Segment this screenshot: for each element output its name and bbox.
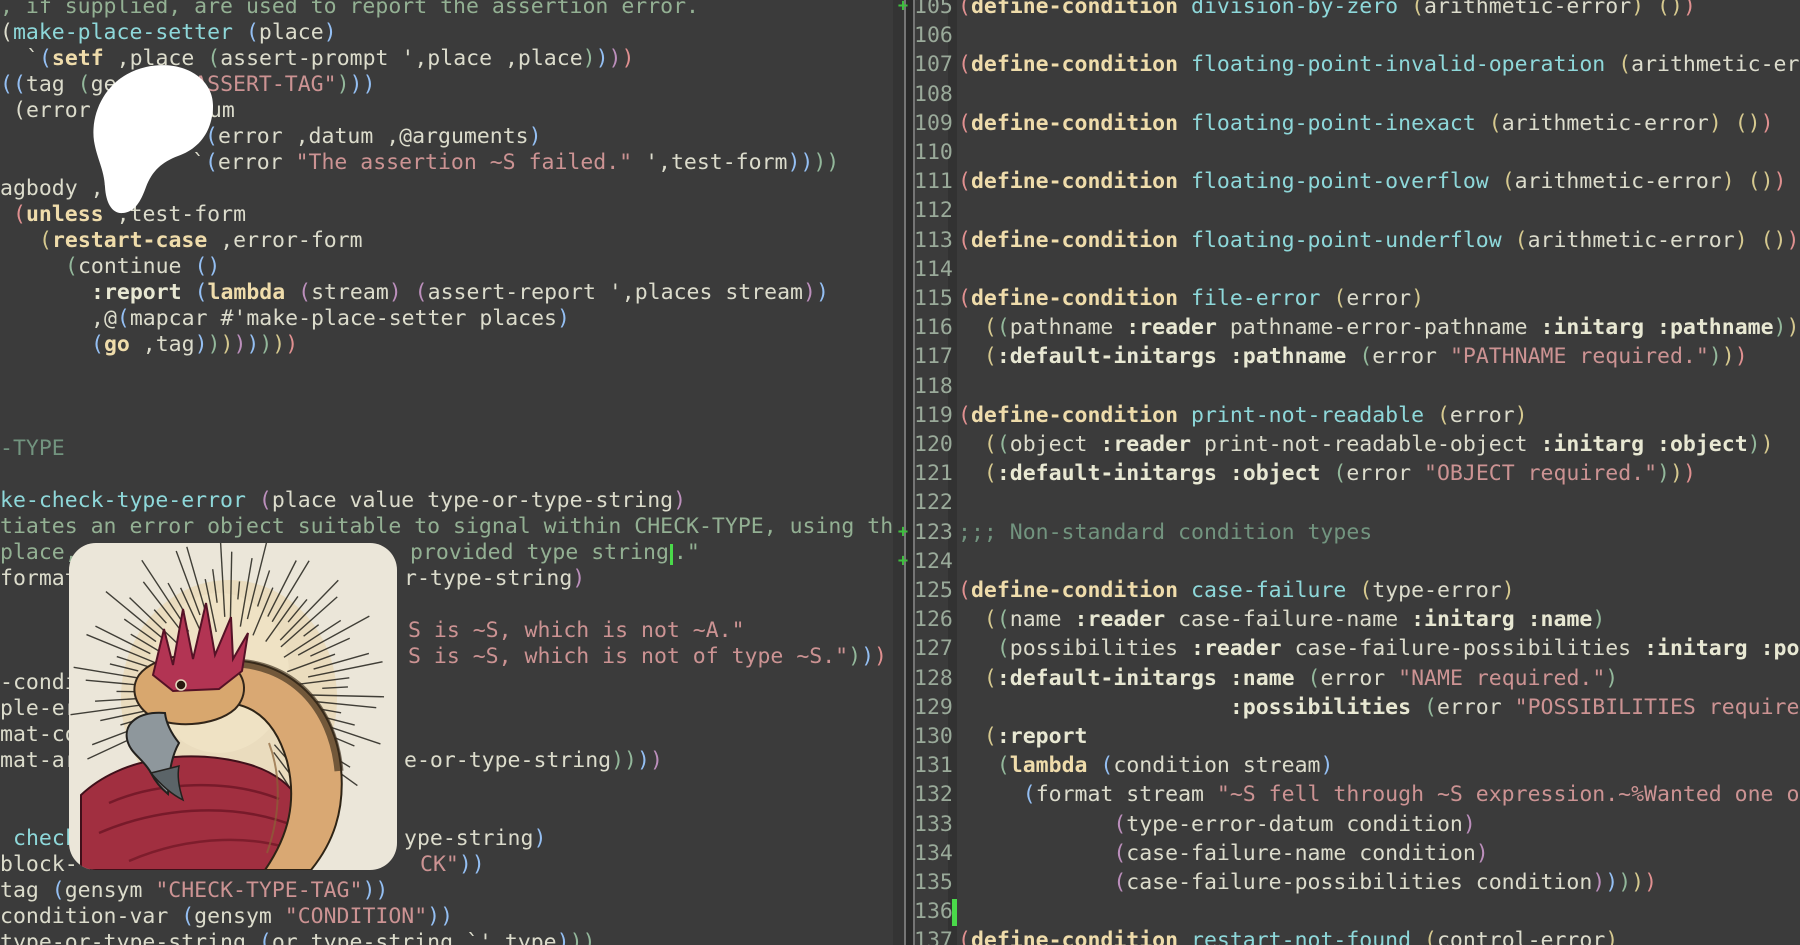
line-number: 116 bbox=[914, 315, 948, 340]
code-line[interactable]: 109(define-condition floating-point-inex… bbox=[914, 111, 1800, 141]
phoenix-illustration bbox=[69, 543, 397, 870]
code-line[interactable]: 129 :possibilities (error "POSSIBILITIES… bbox=[914, 695, 1800, 725]
code-line[interactable]: 134 (case-failure-name condition) bbox=[914, 841, 1800, 871]
line-number: 111 bbox=[914, 169, 948, 194]
code-line[interactable]: 118 bbox=[914, 374, 1800, 404]
code-line[interactable]: 116 ((pathname :reader pathname-error-pa… bbox=[914, 315, 1800, 345]
text-cursor bbox=[670, 544, 673, 565]
line-number: 132 bbox=[914, 782, 948, 807]
line-number: 112 bbox=[914, 198, 948, 223]
diff-added-marker: + bbox=[893, 522, 913, 542]
line-number: 108 bbox=[914, 82, 948, 107]
bird-eye bbox=[176, 680, 186, 690]
line-number: 119 bbox=[914, 403, 948, 428]
code-line[interactable]: 123;;; Non-standard condition types bbox=[914, 520, 1800, 550]
code-line[interactable]: 115(define-condition file-error (error) bbox=[914, 286, 1800, 316]
line-number: 121 bbox=[914, 461, 948, 486]
code-line[interactable]: 131 (lambda (condition stream) bbox=[914, 753, 1800, 783]
code-line[interactable]: 133 (type-error-datum condition) bbox=[914, 812, 1800, 842]
line-number: 120 bbox=[914, 432, 948, 457]
code-line[interactable]: 137(define-condition restart-not-found (… bbox=[914, 928, 1800, 945]
line-number: 128 bbox=[914, 666, 948, 691]
line-number: 109 bbox=[914, 111, 948, 136]
code-line[interactable]: 122 bbox=[914, 490, 1800, 520]
line-number: 107 bbox=[914, 52, 948, 77]
line-number: 131 bbox=[914, 753, 948, 778]
line-number: 123 bbox=[914, 520, 948, 545]
line-number: 135 bbox=[914, 870, 948, 895]
diff-added-marker: + bbox=[893, 551, 913, 571]
line-number: 125 bbox=[914, 578, 948, 603]
code-line[interactable]: 120 ((object :reader print-not-readable-… bbox=[914, 432, 1800, 462]
line-number: 137 bbox=[914, 928, 948, 945]
active-cursor bbox=[952, 899, 957, 926]
code-line[interactable]: 125(define-condition case-failure (type-… bbox=[914, 578, 1800, 608]
line-number: 115 bbox=[914, 286, 948, 311]
line-number: 114 bbox=[914, 257, 948, 282]
code-line[interactable]: 113(define-condition floating-point-unde… bbox=[914, 228, 1800, 258]
line-number: 136 bbox=[914, 899, 948, 924]
code-line[interactable]: 106 bbox=[914, 23, 1800, 53]
diff-added-marker: + bbox=[893, 0, 913, 16]
line-number: 124 bbox=[914, 549, 948, 574]
window-divider[interactable] bbox=[893, 0, 914, 945]
line-number: 110 bbox=[914, 140, 948, 165]
line-number: 129 bbox=[914, 695, 948, 720]
line-number: 127 bbox=[914, 636, 948, 661]
emacs-frame: , if supplied, are used to report the as… bbox=[0, 0, 1800, 945]
code-line[interactable]: 121 (:default-initargs :object (error "O… bbox=[914, 461, 1800, 491]
line-number: 106 bbox=[914, 23, 948, 48]
line-number: 113 bbox=[914, 228, 948, 253]
code-line[interactable]: 114 bbox=[914, 257, 1800, 287]
code-line[interactable]: 135 (case-failure-possibilities conditio… bbox=[914, 870, 1800, 900]
code-line[interactable]: 132 (format stream "~S fell through ~S e… bbox=[914, 782, 1800, 812]
code-line[interactable]: 108 bbox=[914, 82, 1800, 112]
line-number: 117 bbox=[914, 344, 948, 369]
code-line[interactable]: 110 bbox=[914, 140, 1800, 170]
line-number: 133 bbox=[914, 812, 948, 837]
code-line[interactable]: 126 ((name :reader case-failure-name :in… bbox=[914, 607, 1800, 637]
right-editor-pane[interactable]: 105(define-condition division-by-zero (a… bbox=[914, 0, 1800, 945]
code-line[interactable]: 117 (:default-initargs :pathname (error … bbox=[914, 344, 1800, 374]
line-number: 126 bbox=[914, 607, 948, 632]
code-line[interactable]: 119(define-condition print-not-readable … bbox=[914, 403, 1800, 433]
code-line[interactable]: 107(define-condition floating-point-inva… bbox=[914, 52, 1800, 82]
white-blob-overlay bbox=[76, 57, 226, 219]
line-number: 118 bbox=[914, 374, 948, 399]
line-number: 130 bbox=[914, 724, 948, 749]
code-line[interactable]: 127 (possibilities :reader case-failure-… bbox=[914, 636, 1800, 666]
code-line[interactable]: 105(define-condition division-by-zero (a… bbox=[914, 0, 1800, 24]
line-number: 105 bbox=[914, 0, 948, 19]
code-line[interactable]: 130 (:report bbox=[914, 724, 1800, 754]
line-number: 122 bbox=[914, 490, 948, 515]
code-line[interactable]: 124 bbox=[914, 549, 1800, 579]
line-number: 134 bbox=[914, 841, 948, 866]
code-line[interactable]: 128 (:default-initargs :name (error "NAM… bbox=[914, 666, 1800, 696]
code-line[interactable]: 112 bbox=[914, 198, 1800, 228]
code-line[interactable]: 136 bbox=[914, 899, 1800, 929]
code-line[interactable]: 111(define-condition floating-point-over… bbox=[914, 169, 1800, 199]
